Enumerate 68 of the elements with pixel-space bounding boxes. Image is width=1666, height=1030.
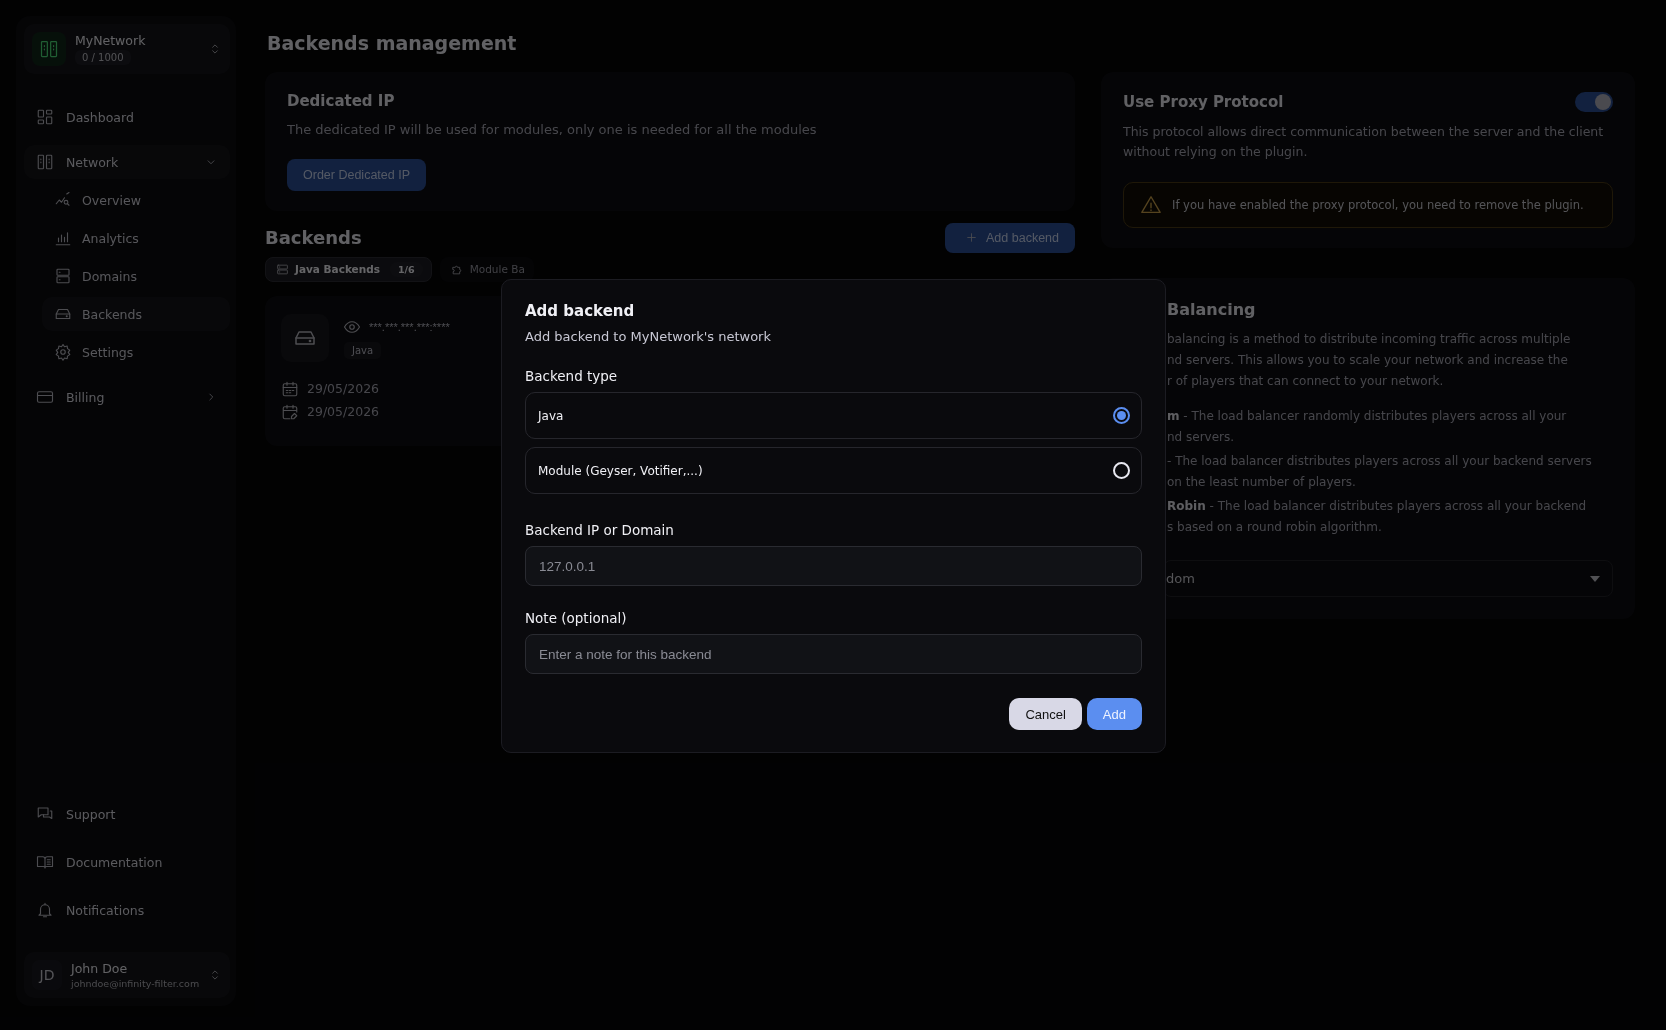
nav-item[interactable]: Settings	[42, 335, 230, 369]
mode-description: - The load balancer distributes players across all your backend servers	[1167, 453, 1593, 470]
radio-button[interactable]	[1113, 407, 1130, 424]
mode-description: on the least number of players.	[1167, 474, 1357, 491]
radio-option[interactable]: Module (Geyser, Votifier,...)	[525, 447, 1142, 494]
description-line: balancing is a method to distribute incoming traffic across multiple	[1167, 331, 1572, 348]
network-name: MyNetwork	[75, 33, 147, 48]
description-line: r of players that can connect to your network.	[1167, 373, 1445, 390]
card-title: Balancing	[1167, 300, 1257, 319]
warning-icon	[1140, 194, 1162, 216]
radio-option[interactable]: Java	[525, 392, 1142, 439]
user-menu[interactable]: JD John Doe johndoe@infinity-filter.com	[24, 952, 230, 998]
date: 29/05/2026	[307, 404, 380, 420]
mode-description: s based on a round robin algorithm.	[1167, 519, 1383, 536]
mode-description: m - The load balancer randomly distributes players across all your	[1167, 408, 1568, 425]
calendar-edit-icon	[281, 402, 299, 421]
type-tag: Java	[344, 341, 382, 359]
field-label: Note (optional)	[525, 610, 628, 626]
nav-item[interactable]: Domains	[42, 259, 230, 293]
mode-description: nd servers.	[1167, 429, 1236, 446]
field-label: Backend type	[525, 368, 619, 384]
bell-icon	[36, 901, 54, 919]
gear-icon	[54, 343, 72, 361]
chart-icon	[54, 191, 72, 209]
plus-icon	[965, 231, 978, 245]
mode-select[interactable]: dom	[1163, 560, 1613, 597]
order-button[interactable]: Order Dedicated IP	[287, 158, 426, 191]
user-name: John Doe	[71, 961, 129, 976]
tab[interactable]: Java Backends 1/6	[265, 256, 432, 282]
server-icon	[54, 267, 72, 285]
dialog-subtitle: Add backend to MyNetwork's network	[525, 329, 772, 344]
masked-address: ***.***.***.***:****	[369, 320, 450, 333]
mode-description: Robin - The load balancer distributes players across all your backend	[1167, 498, 1588, 515]
grid-icon	[36, 108, 54, 126]
user-email: johndoe@infinity-filter.com	[71, 978, 199, 989]
nav-item[interactable]: Overview	[42, 183, 230, 217]
server-icon	[32, 32, 66, 66]
book-icon	[36, 853, 54, 871]
date: 29/05/2026	[307, 381, 380, 397]
field-label: Backend IP or Domain	[525, 522, 675, 538]
card-icon	[36, 388, 54, 406]
cancel-button[interactable]: Cancel	[1009, 698, 1082, 730]
card-description: This protocol allows direct communication between the server and the client without relying on the plugin.	[1123, 123, 1605, 161]
caret-icon	[1590, 575, 1600, 582]
server-icon	[36, 153, 54, 171]
toggle-switch[interactable]	[1575, 92, 1613, 112]
input-field[interactable]: Enter a note for this backend	[525, 634, 1142, 674]
card-title: Use Proxy Protocol	[1123, 93, 1284, 111]
nav-group[interactable]: Billing	[24, 380, 230, 414]
add-backend-button[interactable]: Add backend	[945, 222, 1075, 253]
server-icon	[276, 262, 289, 276]
card-description: The dedicated IP will be used for modules, only one is needed for all the modules	[287, 121, 818, 139]
nav-item[interactable]: Backends	[42, 297, 230, 331]
nav-item[interactable]: Analytics	[42, 221, 230, 255]
nav-item[interactable]: Documentation	[24, 844, 230, 880]
card-title: Dedicated IP	[287, 92, 396, 110]
add-button[interactable]: Add	[1086, 698, 1142, 730]
warning-text: If you have enabled the proxy protocol, you need to remove the plugin.	[1172, 198, 1584, 212]
input-field[interactable]: 127.0.0.1	[525, 546, 1142, 586]
description-line: nd servers. This allows you to scale your network and increase the	[1167, 352, 1569, 369]
nav-item[interactable]: Support	[24, 796, 230, 832]
bar-chart-icon	[54, 229, 72, 247]
nav-item[interactable]: Dashboard	[24, 100, 230, 134]
calendar-icon	[281, 379, 299, 398]
nav-item[interactable]: Notifications	[24, 892, 230, 928]
section-title: Backends	[265, 227, 362, 249]
dialog-title: Add backend	[525, 302, 636, 320]
page-title: Backends management	[267, 32, 518, 54]
